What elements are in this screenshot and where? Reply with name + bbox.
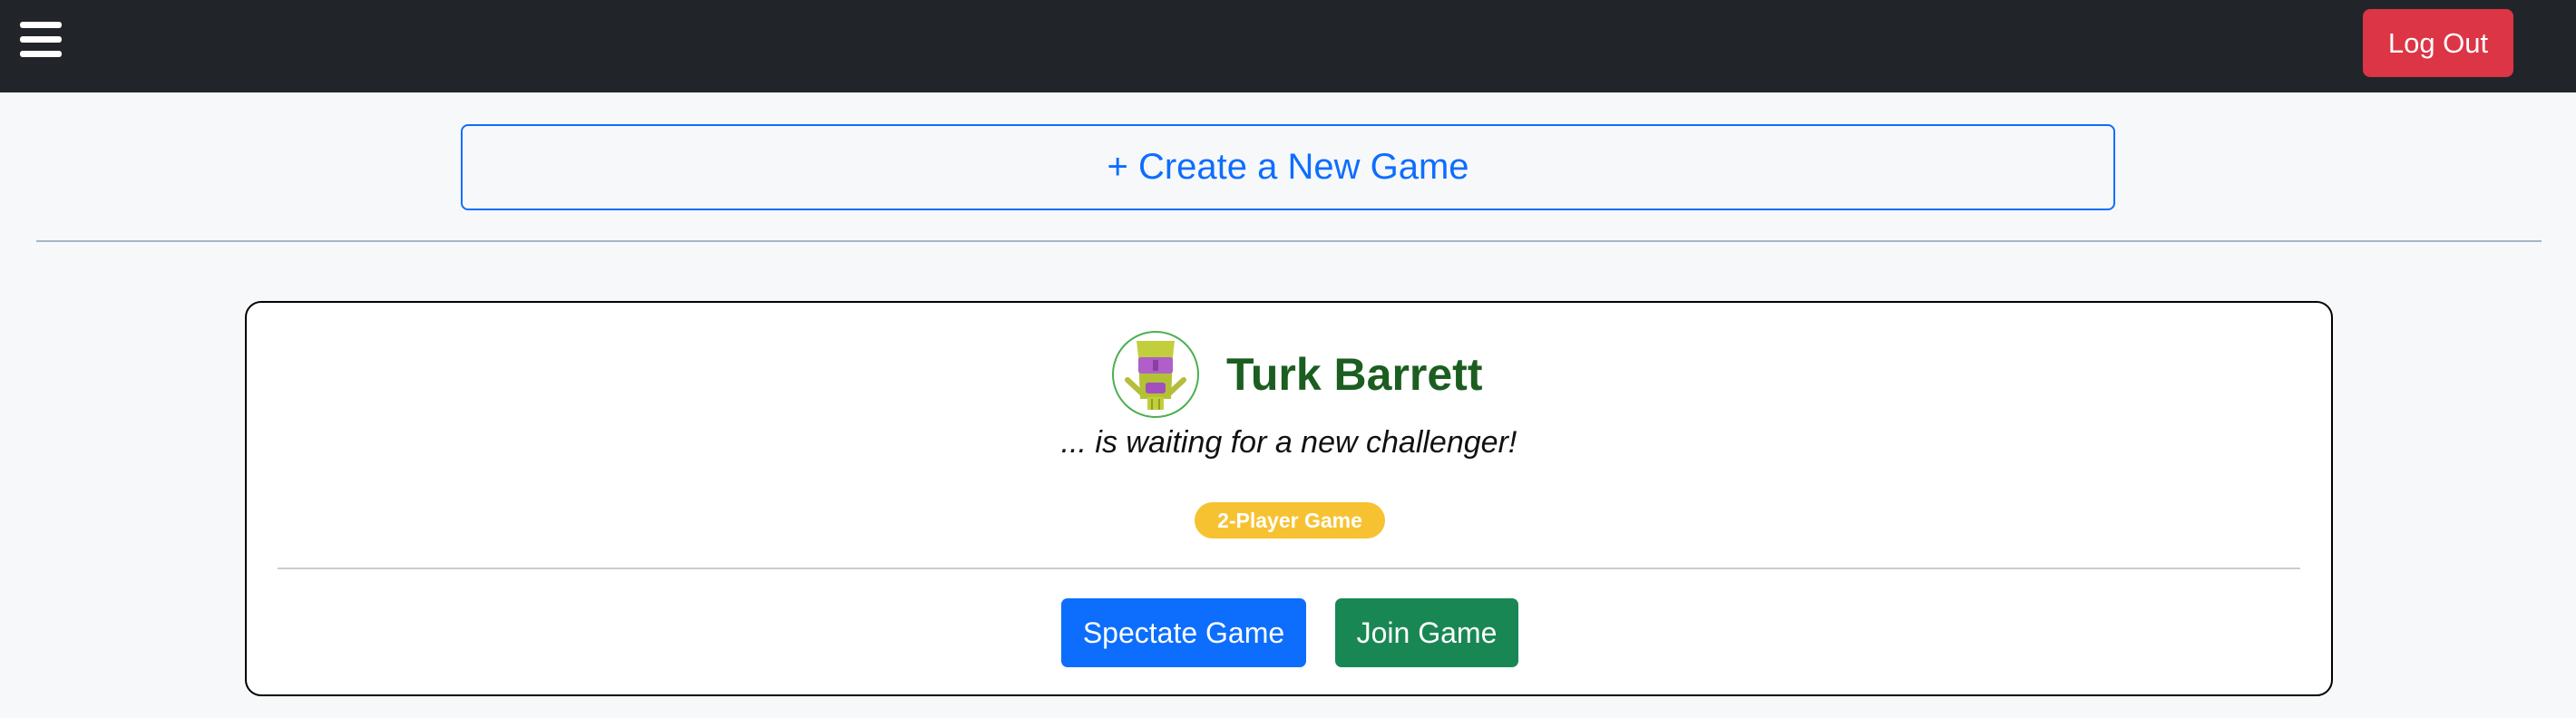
section-divider — [36, 240, 2542, 242]
join-game-button[interactable]: Join Game — [1335, 598, 1518, 667]
spectate-game-button[interactable]: Spectate Game — [1061, 598, 1306, 667]
tiki-mask-avatar-icon — [1111, 330, 1200, 419]
player-name: Turk Barrett — [1226, 349, 1483, 400]
top-navbar: Log Out — [0, 0, 2576, 92]
hamburger-menu-icon[interactable] — [20, 22, 62, 58]
waiting-message: ... is waiting for a new challenger! — [1060, 425, 1517, 460]
game-type-badge: 2-Player Game — [1195, 502, 1385, 538]
logout-button[interactable]: Log Out — [2363, 9, 2513, 77]
game-card: Turk Barrett ... is waiting for a new ch… — [245, 301, 2333, 696]
card-divider — [278, 568, 2300, 569]
create-new-game-button[interactable]: + Create a New Game — [461, 124, 2115, 210]
